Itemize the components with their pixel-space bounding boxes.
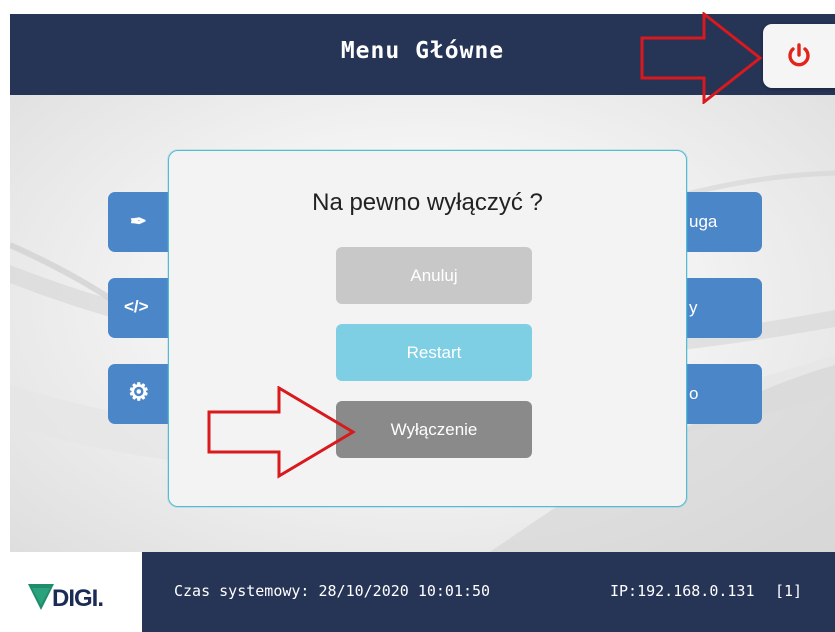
annotation-arrow-power [640,12,763,104]
feather-icon: ✒ [130,211,147,233]
logo-text: DIGI. [52,585,104,612]
menu-tile-label: uga [689,212,718,231]
digi-logo-mark [28,584,54,610]
menu-tile-label: y [689,298,698,317]
digi-logo: DIGI. [10,552,142,632]
power-button[interactable] [763,24,835,88]
status-bar: DIGI. Czas systemowy: 28/10/2020 10:01:5… [10,552,835,632]
cancel-button[interactable]: Anuluj [336,247,532,304]
dialog-title: Na pewno wyłączyć ? [312,189,543,216]
shutdown-button[interactable]: Wyłączenie [336,401,532,458]
gear-icon: ⚙ [128,379,150,406]
system-time: Czas systemowy: 28/10/2020 10:01:50 [174,582,491,600]
screen-id: [1] [775,582,803,600]
app-screen: Menu Główne ✒ </> ⚙ uga y o Na pewno wył… [10,14,835,632]
code-icon: </> [124,297,149,316]
annotation-arrow-shutdown [207,386,356,479]
ip-address: IP:192.168.0.131 [610,582,755,600]
menu-tile-label: o [689,384,699,403]
power-icon [788,43,810,67]
restart-button[interactable]: Restart [336,324,532,381]
